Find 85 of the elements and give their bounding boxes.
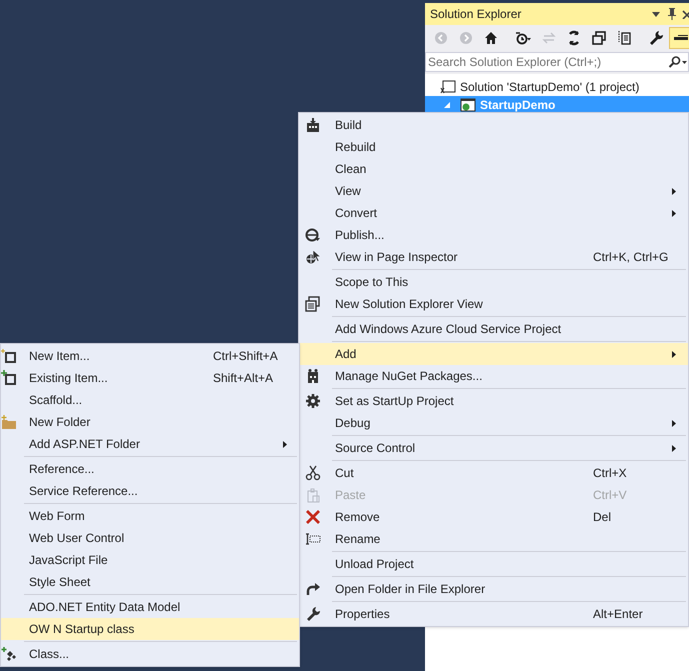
menu-item[interactable]: Web User Control: [1, 527, 299, 549]
menu-item[interactable]: Convert: [299, 202, 688, 224]
menu-item[interactable]: Source Control: [299, 437, 688, 459]
menu-item[interactable]: JavaScript File: [1, 549, 299, 571]
building-icon: [305, 117, 321, 133]
menu-item[interactable]: Manage NuGet Packages...: [299, 365, 688, 387]
remove-icon: [305, 509, 321, 525]
menu-item[interactable]: Cut Ctrl+X: [299, 462, 688, 484]
solution-icon: [440, 80, 456, 94]
menu-item[interactable]: Build: [299, 114, 688, 136]
search-icon[interactable]: [668, 56, 688, 68]
submenu-arrow-icon: [672, 210, 676, 216]
tree-item-label: Solution 'StartupDemo' (1 project): [460, 78, 640, 96]
scissors-icon: [305, 465, 321, 481]
new-item-icon: [1, 348, 17, 364]
menu-item[interactable]: Remove Del: [299, 506, 688, 528]
preview-button[interactable]: [669, 26, 689, 48]
menu-item[interactable]: Rename: [299, 528, 688, 550]
shortcut-text: Ctrl+K, Ctrl+G: [593, 249, 670, 266]
menu-item[interactable]: Publish...: [299, 224, 688, 246]
search-field[interactable]: Search Solution Explorer (Ctrl+;): [425, 52, 689, 72]
package-icon: [305, 368, 321, 384]
folder-icon: [1, 414, 17, 430]
menu-item[interactable]: New Folder: [1, 411, 299, 433]
refresh-icon: [566, 30, 582, 46]
submenu-arrow-icon: [672, 350, 676, 358]
clock-icon: [515, 30, 532, 46]
menu-item[interactable]: Scaffold...: [1, 389, 299, 411]
shortcut-text: Ctrl+X: [593, 465, 628, 482]
sync-icon: [541, 30, 557, 46]
home-icon: [483, 30, 499, 46]
menu-item[interactable]: Class...: [1, 643, 299, 665]
wrench-icon: [648, 30, 664, 46]
panel-title: Solution Explorer: [430, 6, 522, 23]
curved-arrow-icon: [305, 581, 321, 597]
menu-item[interactable]: View: [299, 180, 688, 202]
windows-icon: [305, 296, 321, 312]
existing-item-icon: [1, 370, 17, 386]
menu-item[interactable]: Set as StartUp Project: [299, 390, 688, 412]
clipboard-icon: [305, 487, 321, 503]
submenu-arrow-icon: [283, 440, 287, 448]
menu-item[interactable]: Style Sheet: [1, 571, 299, 593]
submenu-arrow-icon: [672, 188, 676, 194]
tree-item[interactable]: Solution 'StartupDemo' (1 project): [425, 78, 689, 95]
settings-icon: [305, 393, 321, 409]
menu-item[interactable]: Debug: [299, 412, 688, 434]
pages-icon: [616, 30, 632, 46]
menu-item[interactable]: Open Folder in File Explorer: [299, 578, 688, 600]
wrench-icon: [305, 606, 321, 622]
menu-item[interactable]: Reference...: [1, 458, 299, 480]
menu-item[interactable]: New Item... Ctrl+Shift+A: [1, 345, 299, 367]
menu-item[interactable]: New Solution Explorer View: [299, 293, 688, 315]
class-icon: [1, 646, 17, 662]
shortcut-text: Shift+Alt+A: [213, 370, 274, 387]
dropdown-icon[interactable]: [652, 12, 660, 16]
shortcut-text: Ctrl+V: [593, 487, 628, 504]
menu-item[interactable]: Properties Alt+Enter: [299, 603, 688, 625]
shortcut-text: Alt+Enter: [593, 606, 644, 623]
windows-icon: [591, 30, 607, 46]
globe-cursor-icon: [305, 249, 321, 265]
menu-item[interactable]: Clean: [299, 158, 688, 180]
menu-item[interactable]: Unload Project: [299, 553, 688, 575]
web-project-icon: [460, 98, 476, 112]
menu-item[interactable]: View in Page Inspector Ctrl+K, Ctrl+G: [299, 246, 688, 268]
back-icon: [433, 30, 449, 46]
submenu-arrow-icon: [672, 444, 676, 452]
expanded-arrow-icon[interactable]: [444, 102, 450, 108]
tree-item-label: StartupDemo: [480, 96, 556, 114]
menu-item[interactable]: ADO.NET Entity Data Model: [1, 596, 299, 618]
menu-item[interactable]: Rebuild: [299, 136, 688, 158]
menu-item[interactable]: OW N Startup class: [1, 618, 299, 640]
menu-item[interactable]: Existing Item... Shift+Alt+A: [1, 367, 299, 389]
pin-icon[interactable]: [668, 8, 676, 20]
forward-icon: [458, 30, 474, 46]
submenu-arrow-icon: [672, 420, 676, 426]
menu-item[interactable]: Add ASP.NET Folder: [1, 433, 299, 455]
rename-icon: [305, 531, 321, 547]
menu-item[interactable]: Scope to This: [299, 271, 688, 293]
menu-item[interactable]: Web Form: [1, 505, 299, 527]
close-icon[interactable]: [682, 10, 689, 18]
menu-item[interactable]: Service Reference...: [1, 480, 299, 502]
menu-item[interactable]: Add: [299, 343, 688, 365]
shortcut-text: Del: [593, 509, 612, 526]
menu-item[interactable]: Add Windows Azure Cloud Service Project: [299, 318, 688, 340]
shortcut-text: Ctrl+Shift+A: [213, 348, 279, 365]
